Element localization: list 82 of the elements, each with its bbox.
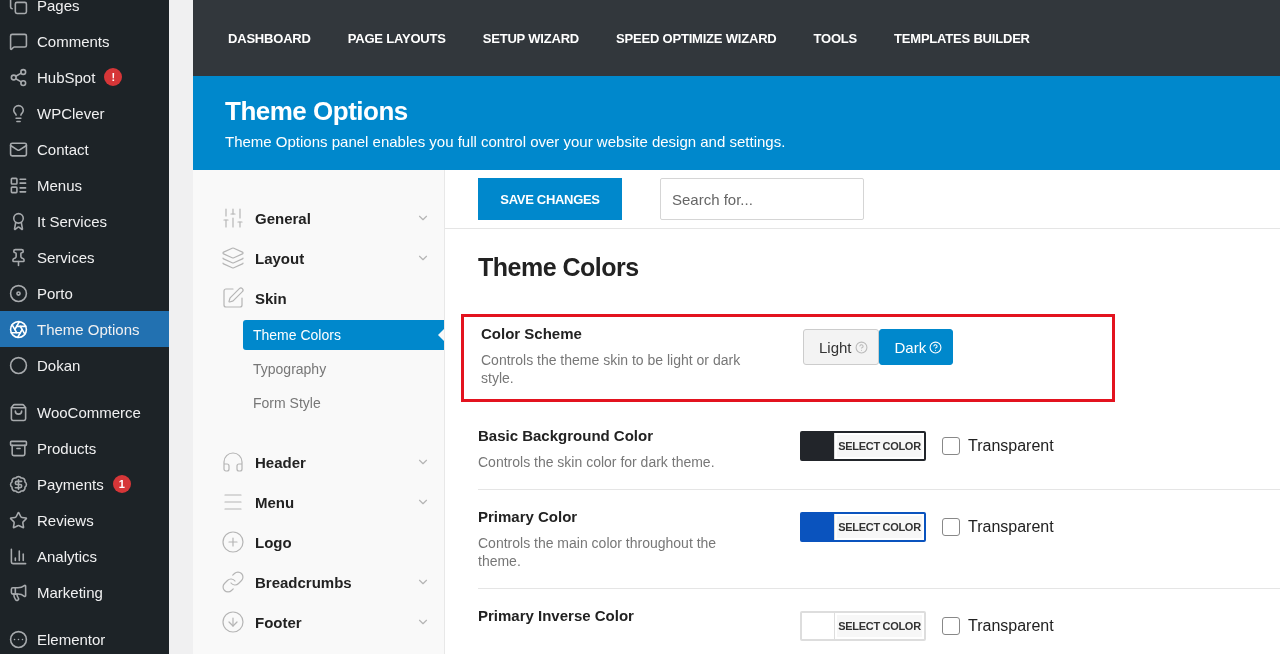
admin-menu-item[interactable]: Reviews xyxy=(0,502,169,538)
options-nav-item[interactable]: Breadcrumbs xyxy=(193,562,444,602)
transparent-checkbox[interactable]: Transparent xyxy=(942,431,1054,461)
scheme-choice-button[interactable]: Light xyxy=(803,329,879,365)
search-field[interactable]: Search for... xyxy=(660,178,864,220)
top-nav-link[interactable]: PAGE LAYOUTS xyxy=(347,30,446,46)
option-description: Controls the theme skin to be light or dark style. xyxy=(481,351,742,387)
option-title: Color Scheme xyxy=(481,325,583,342)
top-nav-link[interactable]: DASHBOARD xyxy=(228,30,311,46)
archive-icon xyxy=(9,438,28,458)
option-title: Primary Inverse Color xyxy=(478,607,635,624)
nodes-icon xyxy=(9,67,28,87)
options-nav-item[interactable]: Menu xyxy=(193,482,444,522)
circle-dots-icon xyxy=(9,629,28,649)
page-title: Theme Options xyxy=(225,96,409,127)
options-nav-item[interactable]: General xyxy=(193,198,444,238)
sliders-icon xyxy=(221,206,245,230)
color-picker-button[interactable]: SELECT COLOR xyxy=(800,611,926,641)
megaphone-icon xyxy=(9,582,28,602)
option-title: Primary Color xyxy=(478,508,579,525)
notification-badge: ! xyxy=(104,68,123,86)
admin-menu-item[interactable]: Menus xyxy=(0,167,169,203)
disc-icon xyxy=(9,283,28,303)
admin-menu-item[interactable]: Contact xyxy=(0,131,169,167)
admin-menu-item[interactable]: Elementor xyxy=(0,621,169,654)
color-picker-button[interactable]: SELECT COLOR xyxy=(800,512,926,542)
top-nav-link[interactable]: SETUP WIZARD xyxy=(482,30,580,46)
options-nav-item[interactable]: Layout xyxy=(193,238,444,278)
dollar-icon xyxy=(9,474,28,494)
admin-menu-item[interactable]: Porto xyxy=(0,275,169,311)
transparent-checkbox[interactable]: Transparent xyxy=(942,611,1054,641)
arrow-down-circle-icon xyxy=(221,610,245,634)
admin-menu-item[interactable]: Marketing xyxy=(0,574,169,610)
headphones-icon xyxy=(221,450,245,474)
admin-menu-item[interactable]: Payments 1 xyxy=(0,466,169,502)
options-nav-item[interactable]: Footer xyxy=(193,602,444,642)
option-title: Basic Background Color xyxy=(478,427,655,444)
pages-icon xyxy=(9,0,28,15)
top-nav-link[interactable]: SPEED OPTIMIZE WIZARD xyxy=(616,30,777,46)
star-icon xyxy=(9,510,28,530)
options-nav-item[interactable]: Skin xyxy=(193,278,444,318)
notification-badge: 1 xyxy=(112,475,131,493)
pin-icon xyxy=(9,247,28,267)
save-button[interactable]: SAVE CHANGES xyxy=(478,178,622,220)
admin-menu-item[interactable]: HubSpot ! xyxy=(0,59,169,95)
bar-chart-icon xyxy=(9,546,28,566)
scheme-choice-button[interactable]: Dark xyxy=(878,329,954,365)
admin-menu-item[interactable]: It Services xyxy=(0,203,169,239)
circle-icon xyxy=(9,355,28,375)
help-icon xyxy=(929,340,943,354)
top-nav-link[interactable]: TEMPLATES BUILDER xyxy=(894,30,1030,46)
admin-menu-item[interactable]: Comments xyxy=(0,23,169,59)
options-subnav-item[interactable]: Form Style xyxy=(243,388,444,418)
admin-menu-item[interactable]: Pages xyxy=(0,0,169,23)
pen-square-icon xyxy=(221,286,245,310)
admin-menu-item[interactable]: Services xyxy=(0,239,169,275)
options-subnav-item[interactable]: Theme Colors xyxy=(243,320,444,350)
aperture-icon xyxy=(9,319,28,339)
options-nav-item[interactable]: Logo xyxy=(193,522,444,562)
list-icon xyxy=(9,175,28,195)
admin-menu-item[interactable]: Analytics xyxy=(0,538,169,574)
option-description: Controls the skin color for dark theme. xyxy=(478,453,716,471)
speech-bubble-icon xyxy=(9,31,28,51)
page-subtitle: Theme Options panel enables you full control over your website design and settings. xyxy=(225,133,787,150)
options-subnav-item[interactable]: Typography xyxy=(243,354,444,384)
admin-menu-item[interactable]: WooCommerce xyxy=(0,394,169,430)
link-icon xyxy=(221,570,245,594)
layers-icon xyxy=(221,246,245,270)
admin-menu-item[interactable]: Theme Options xyxy=(0,311,169,347)
options-nav-item[interactable]: Header xyxy=(193,442,444,482)
admin-menu-item[interactable]: Products xyxy=(0,430,169,466)
help-icon xyxy=(854,340,868,354)
transparent-checkbox[interactable]: Transparent xyxy=(942,512,1054,542)
top-nav-link[interactable]: TOOLS xyxy=(813,30,858,46)
section-title: Theme Colors xyxy=(477,252,640,283)
bag-icon xyxy=(9,402,28,422)
color-picker-button[interactable]: SELECT COLOR xyxy=(800,431,926,461)
option-description: Controls the main color throughout the theme. xyxy=(478,534,718,570)
plus-circle-icon xyxy=(221,530,245,554)
envelope-icon xyxy=(9,139,28,159)
admin-menu-item[interactable]: Dokan xyxy=(0,347,169,383)
admin-menu-item[interactable]: WPClever xyxy=(0,95,169,131)
